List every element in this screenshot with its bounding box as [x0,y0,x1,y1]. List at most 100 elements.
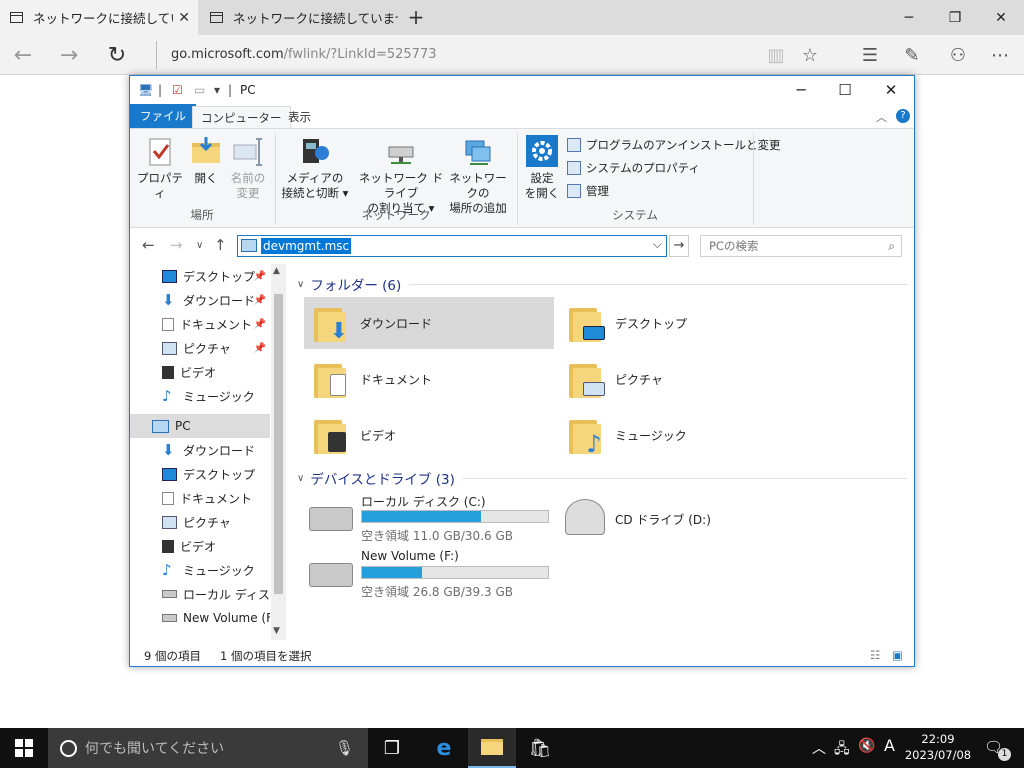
nav-item-pictures-pinned[interactable]: ピクチャ 📌 [130,336,270,360]
clock[interactable]: 22:09 2023/07/08 [904,731,972,763]
collapse-chevron-icon[interactable]: ∨ [297,473,304,484]
scroll-down-icon[interactable]: ▼ [273,626,280,636]
folder-item-pictures[interactable]: ピクチャ [559,353,809,405]
nav-item-documents[interactable]: ドキュメント [130,486,270,510]
nav-item-videos[interactable]: ビデオ [130,534,270,558]
hub-icon[interactable]: ☰ [856,41,884,69]
nav-item-desktop-pinned[interactable]: デスクトップ 📌 [130,264,270,288]
cortana-search-box[interactable]: 何でも聞いてください 🎙 [48,728,368,768]
nav-item-local-disk-c[interactable]: ローカル ディスク (C:) [130,582,270,606]
nav-item-music[interactable]: ♪ ミュージック [130,384,270,408]
nav-item-music[interactable]: ♪ ミュージック [130,558,270,582]
reading-view-icon[interactable]: ▥ [762,41,790,69]
properties-quick-icon[interactable]: ☑ [172,83,183,97]
start-button[interactable] [0,728,48,768]
system-properties-button[interactable]: システムのプロパティ [567,160,700,176]
add-network-location-button[interactable]: ネットワークの 場所の追加 [446,135,510,216]
nav-item-new-volume-f[interactable]: New Volume (F:) [130,606,270,630]
more-icon[interactable]: ⋯ [986,41,1014,69]
collapse-ribbon-icon[interactable]: ︿ [876,109,887,125]
help-icon[interactable]: ? [896,109,910,123]
nav-item-pc[interactable]: PC [130,414,270,438]
edge-browser-icon[interactable]: e [420,728,468,768]
forward-icon[interactable]: → [52,39,86,71]
forward-icon[interactable]: → [170,236,183,254]
navigation-scrollbar[interactable]: ▲ ▼ [271,264,286,640]
url-field[interactable]: go.microsoft.com/fwlink/?LinkId=525773 [156,41,436,69]
folder-item-music[interactable]: ♪ ミュージック [559,409,809,461]
close-tab-icon[interactable]: ✕ [178,10,190,26]
file-explorer-window: 🖥 | ☑ ▭ ▾ | PC ─ ☐ ✕ ファイル コンピューター 表示 ︿ ?… [129,75,915,667]
back-icon[interactable]: ← [6,39,40,71]
microphone-icon[interactable]: 🎙 [335,739,354,757]
file-explorer-taskbar-icon[interactable] [468,728,516,768]
network-disconnected-icon[interactable]: 🖧 [834,738,850,762]
nav-item-downloads[interactable]: ⬇ ダウンロード [130,438,270,462]
drive-item-cd-drive-d[interactable]: CD ドライブ (D:) [557,491,757,547]
refresh-icon[interactable]: ↻ [100,39,134,71]
ime-indicator[interactable]: A [884,736,895,755]
favorite-star-icon[interactable]: ☆ [796,41,824,69]
tab-computer[interactable]: コンピューター [192,106,291,128]
task-view-icon[interactable]: ❐ [368,728,416,768]
share-icon[interactable]: ⚇ [944,41,972,69]
open-button[interactable]: 開く [190,135,222,186]
pc-icon: 🖥 [138,83,154,97]
drive-item-new-volume-f[interactable]: New Volume (F:) 空き領域 26.8 GB/39.3 GB [303,547,553,603]
scroll-up-icon[interactable]: ▲ [273,266,280,276]
collapse-chevron-icon[interactable]: ∨ [297,279,304,290]
recent-locations-icon[interactable]: ∨ [196,240,203,251]
nav-item-videos[interactable]: ビデオ [130,360,270,384]
tab-file[interactable]: ファイル [130,104,196,128]
window-title: PC [240,83,256,97]
browser-toolbar: ← → ↻ go.microsoft.com/fwlink/?LinkId=52… [0,35,1024,75]
open-settings-button[interactable]: 設定 を開く [524,135,560,201]
map-network-drive-button[interactable]: ネットワーク ドライブ の割り当て ▾ [358,135,444,216]
scrollbar-thumb[interactable] [274,294,283,594]
new-tab-button[interactable]: + [404,5,428,29]
folder-item-desktop[interactable]: デスクトップ [559,297,809,349]
media-connect-button[interactable]: メディアの 接続と切断 ▾ [280,135,350,201]
nav-item-downloads-pinned[interactable]: ⬇ ダウンロード 📌 [130,288,270,312]
folder-item-videos[interactable]: ビデオ [304,409,554,461]
address-field[interactable]: devmgmt.msc ⌵ [237,235,667,257]
open-label: 開く [194,171,218,185]
properties-button[interactable]: プロパティ [136,135,184,201]
store-icon[interactable]: 🛍 [516,728,564,768]
large-icons-view-icon[interactable]: ▣ [892,648,903,662]
rename-button[interactable]: 名前の 変更 [226,135,270,201]
close-window-icon[interactable]: ✕ [978,0,1024,35]
folders-group-header[interactable]: ∨ フォルダー (6) [297,274,907,294]
volume-muted-icon[interactable]: 🔇 [858,738,875,754]
address-input-value[interactable]: devmgmt.msc [261,238,352,254]
nav-item-pictures[interactable]: ピクチャ [130,510,270,534]
up-icon[interactable]: ↑ [214,236,227,254]
details-view-icon[interactable]: ☷ [870,648,880,662]
folder-item-downloads[interactable]: ⬇ ダウンロード [304,297,554,349]
group-system-label: システム [612,208,658,222]
minimize-icon[interactable]: ─ [778,76,824,104]
go-arrow-icon[interactable]: → [669,235,689,257]
back-icon[interactable]: ← [142,236,155,254]
address-dropdown-icon[interactable]: ⌵ [653,237,662,252]
maximize-icon[interactable]: ☐ [822,76,868,104]
drive-item-local-disk-c[interactable]: ローカル ディスク (C:) 空き領域 11.0 GB/30.6 GB [303,491,553,547]
nav-item-documents-pinned[interactable]: ドキュメント 📌 [130,312,270,336]
tab-2[interactable]: ネットワークに接続していません [200,0,398,35]
nav-item-desktop[interactable]: デスクトップ [130,462,270,486]
web-note-icon[interactable]: ✎ [898,41,926,69]
drives-group-header[interactable]: ∨ デバイスとドライブ (3) [297,468,907,488]
minimize-icon[interactable]: ─ [886,0,932,35]
new-folder-quick-icon[interactable]: ▭ [194,83,205,97]
uninstall-programs-button[interactable]: プログラムのアンインストールと変更 [567,137,780,153]
maximize-icon[interactable]: ❐ [932,0,978,35]
system-properties-label: システムのプロパティ [586,161,700,175]
tab-1[interactable]: ネットワークに接続していません ✕ [0,0,198,35]
quick-access-dropdown-icon[interactable]: ▾ [214,83,220,97]
tab-view[interactable]: 表示 [280,106,319,128]
search-box[interactable]: PCの検索 ⌕ [700,235,902,257]
folder-item-documents[interactable]: ドキュメント [304,353,554,405]
close-icon[interactable]: ✕ [868,76,914,104]
show-hidden-icons[interactable]: ︿ [812,738,826,758]
manage-button[interactable]: 管理 [567,183,609,199]
